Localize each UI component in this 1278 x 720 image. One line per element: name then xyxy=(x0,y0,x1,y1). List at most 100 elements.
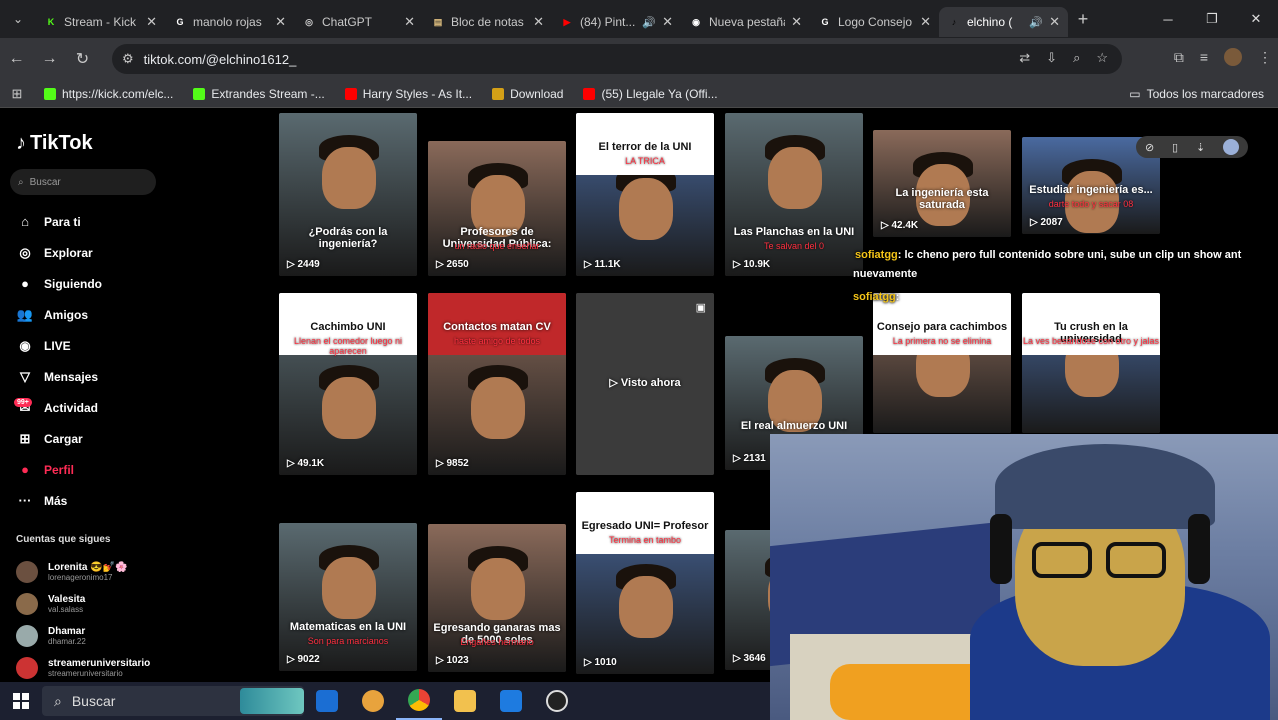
file-explorer-icon[interactable] xyxy=(442,682,488,720)
following-account[interactable]: Lorenita 😎💅🌸 lorenageronimo17 xyxy=(16,556,150,588)
bookmark-item[interactable]: Extrandes Stream -... xyxy=(183,87,334,101)
video-thumbnail[interactable]: ¿Podrás con la ingeniería? ▷ 2449 xyxy=(279,113,417,276)
sidebar-item-6[interactable]: ✉ Actividad 99+ xyxy=(14,392,102,423)
video-caption: Estudiar ingeniería es... xyxy=(1029,184,1153,196)
video-thumbnail[interactable]: Contactos matan CV haste amigo de todos ▷ … xyxy=(428,293,566,475)
tab-title: ChatGPT xyxy=(322,15,373,29)
chat-message: sofiatgg: lc cheno pero full contenido s… xyxy=(855,249,1242,261)
tab-4[interactable]: ▶ (84) Pint... 🔊 ✕ xyxy=(552,7,681,37)
translate-icon[interactable]: ⇄ xyxy=(1019,50,1030,66)
tab-5[interactable]: ◉ Nueva pestaña ✕ xyxy=(681,7,810,37)
sidebar-item-5[interactable]: ▽ Mensajes xyxy=(16,361,102,392)
sidebar-item-label: Cargar xyxy=(44,431,83,446)
tab-7[interactable]: ♪ elchino (🔊 ✕ xyxy=(939,7,1068,37)
tab-audio-icon[interactable]: 🔊 xyxy=(1029,16,1043,29)
play-icon: ▷ xyxy=(436,655,447,666)
edge-icon[interactable] xyxy=(1223,139,1240,155)
windows-start-icon[interactable] xyxy=(0,682,42,720)
site-info-icon[interactable]: ⚙ xyxy=(122,51,134,67)
tab-close-icon[interactable]: ✕ xyxy=(1049,14,1060,30)
video-thumbnail[interactable]: Cachimbo UNI Llenan el comedor luego ni a… xyxy=(279,293,417,475)
media-control-icon[interactable]: ≡ xyxy=(1200,49,1208,65)
browser-menu-icon[interactable]: ⋮ xyxy=(1258,49,1272,66)
store-app-icon[interactable] xyxy=(488,682,534,720)
back-icon[interactable]: ← xyxy=(0,39,33,79)
bookmark-item[interactable]: Harry Styles - As It... xyxy=(335,87,482,101)
video-subcaption: darte todo y sacar 08 xyxy=(1048,199,1134,209)
sidebar-item-icon: ··· xyxy=(18,493,32,508)
bookmark-star-icon[interactable]: ☆ xyxy=(1096,50,1108,66)
new-tab-button[interactable]: + xyxy=(1068,4,1098,34)
zoom-icon[interactable]: ⌕ xyxy=(1073,50,1080,66)
video-thumbnail[interactable]: ▷ Visto ahora ▣ xyxy=(576,293,714,475)
profile-avatar[interactable] xyxy=(1224,48,1242,66)
video-thumbnail[interactable]: Tu crush en la universidad La ves besándo… xyxy=(1022,293,1160,433)
video-thumbnail[interactable]: Egresado UNI= Profesor Termina en tambo ▷ … xyxy=(576,492,714,674)
tab-close-icon[interactable]: ✕ xyxy=(662,14,673,30)
following-account[interactable]: streameruniversitario streameruniversitar… xyxy=(16,652,150,684)
video-thumbnail[interactable]: La ingeniería esta saturada ▷ 42.4K xyxy=(873,130,1011,237)
phone-icon[interactable]: ▯ xyxy=(1172,141,1178,154)
close-window-icon[interactable]: ✕ xyxy=(1234,0,1278,38)
following-account[interactable]: Dhamar dhamar.22 xyxy=(16,620,150,652)
video-thumbnail[interactable]: Matematicas en la UNI Son para marcianos ▷… xyxy=(279,523,417,671)
tab-close-icon[interactable]: ✕ xyxy=(533,14,544,30)
tab-0[interactable]: K Stream - Kick ✕ xyxy=(36,7,165,37)
gallery-icon: ▣ xyxy=(695,302,706,314)
sidebar-item-icon: 👥 xyxy=(16,306,34,322)
sidebar-item-2[interactable]: ● Siguiendo xyxy=(16,268,102,299)
taskbar-search-input[interactable]: ⌕ Buscar xyxy=(42,686,304,716)
tab-close-icon[interactable]: ✕ xyxy=(275,14,286,30)
forward-icon[interactable]: → xyxy=(33,39,66,79)
sidebar-item-label: Para ti xyxy=(44,214,81,229)
tab-title: elchino ( xyxy=(967,15,1013,29)
tab-close-icon[interactable]: ✕ xyxy=(404,14,415,30)
download-icon[interactable]: ⇣ xyxy=(1196,141,1205,154)
pin-icon[interactable]: ⊘ xyxy=(1145,141,1154,154)
extensions-icon[interactable]: ⧉ xyxy=(1174,49,1184,66)
video-thumbnail[interactable]: Egresando ganaras mas de 5000 soles Engañ… xyxy=(428,524,566,672)
chrome-app-icon[interactable] xyxy=(396,682,442,720)
tiktok-logo[interactable]: ♪ TikTok xyxy=(16,132,93,155)
tab-audio-icon[interactable]: 🔊 xyxy=(642,16,656,29)
following-account[interactable]: Valesita val.salass xyxy=(16,588,150,620)
video-caption: El real almuerzo UNI xyxy=(740,420,848,432)
search-input[interactable]: ⌕ Buscar xyxy=(10,169,156,195)
sidebar-item-4[interactable]: ◉ LIVE xyxy=(16,330,102,361)
sidebar-item-8[interactable]: ● Perfil xyxy=(16,454,102,485)
bookmark-favicon-icon xyxy=(492,87,505,100)
outlook-app-icon[interactable] xyxy=(304,682,350,720)
restore-icon[interactable]: ❐ xyxy=(1190,0,1234,38)
sidebar-item-9[interactable]: ··· Más xyxy=(16,485,102,516)
obs-app-icon[interactable] xyxy=(534,682,580,720)
address-bar[interactable]: ⚙ tiktok.com/@elchino1612_ ⇄ ⇩ ⌕ ☆ xyxy=(112,44,1122,74)
video-thumbnail[interactable]: Las Planchas en la UNI Te salvan del 0 ▷ 1… xyxy=(725,113,863,276)
all-bookmarks-folder[interactable]: ▭ Todos los marcadores xyxy=(1129,87,1264,101)
install-icon[interactable]: ⇩ xyxy=(1046,50,1057,66)
tab-close-icon[interactable]: ✕ xyxy=(146,14,157,30)
teams-app-icon[interactable] xyxy=(350,682,396,720)
video-thumbnail[interactable]: Profesores de Universidad Pública: un rad… xyxy=(428,141,566,276)
video-thumbnail[interactable]: Consejo para cachimbos La primera no se e… xyxy=(873,293,1011,433)
sidebar-item-0[interactable]: ⌂ Para ti xyxy=(16,206,102,237)
minimize-icon[interactable]: ─ xyxy=(1146,0,1190,38)
tab-3[interactable]: ▤ Bloc de notas ✕ xyxy=(423,7,552,37)
account-name: Dhamar xyxy=(48,625,86,637)
tab-2[interactable]: ◎ ChatGPT ✕ xyxy=(294,7,423,37)
tab-close-icon[interactable]: ✕ xyxy=(791,14,802,30)
sidebar-item-1[interactable]: ◎ Explorar xyxy=(16,237,102,268)
sidebar-item-3[interactable]: 👥 Amigos xyxy=(16,299,102,330)
bookmark-item[interactable]: https://kick.com/elc... xyxy=(34,87,183,101)
apps-grid-icon[interactable]: ⊞ xyxy=(0,86,34,102)
sidebar-item-7[interactable]: ⊞ Cargar xyxy=(16,423,102,454)
bookmark-item[interactable]: Download xyxy=(482,87,573,101)
tab-1[interactable]: Gmanolo rojas ✕ xyxy=(165,7,294,37)
reload-icon[interactable]: ↻ xyxy=(66,39,99,79)
tab-6[interactable]: G Logo Consejo ✕ xyxy=(810,7,939,37)
bookmark-item[interactable]: (55) Llegale Ya (Offi... xyxy=(573,87,727,101)
sidebar-item-icon: ◎ xyxy=(19,244,31,260)
tab-search-icon[interactable]: ⌄ xyxy=(0,0,36,38)
tab-close-icon[interactable]: ✕ xyxy=(920,14,931,30)
video-thumbnail[interactable]: El terror de la UNI LA TRICA ▷ 11.1K xyxy=(576,113,714,276)
video-caption: Las Planchas en la UNI xyxy=(733,226,855,238)
